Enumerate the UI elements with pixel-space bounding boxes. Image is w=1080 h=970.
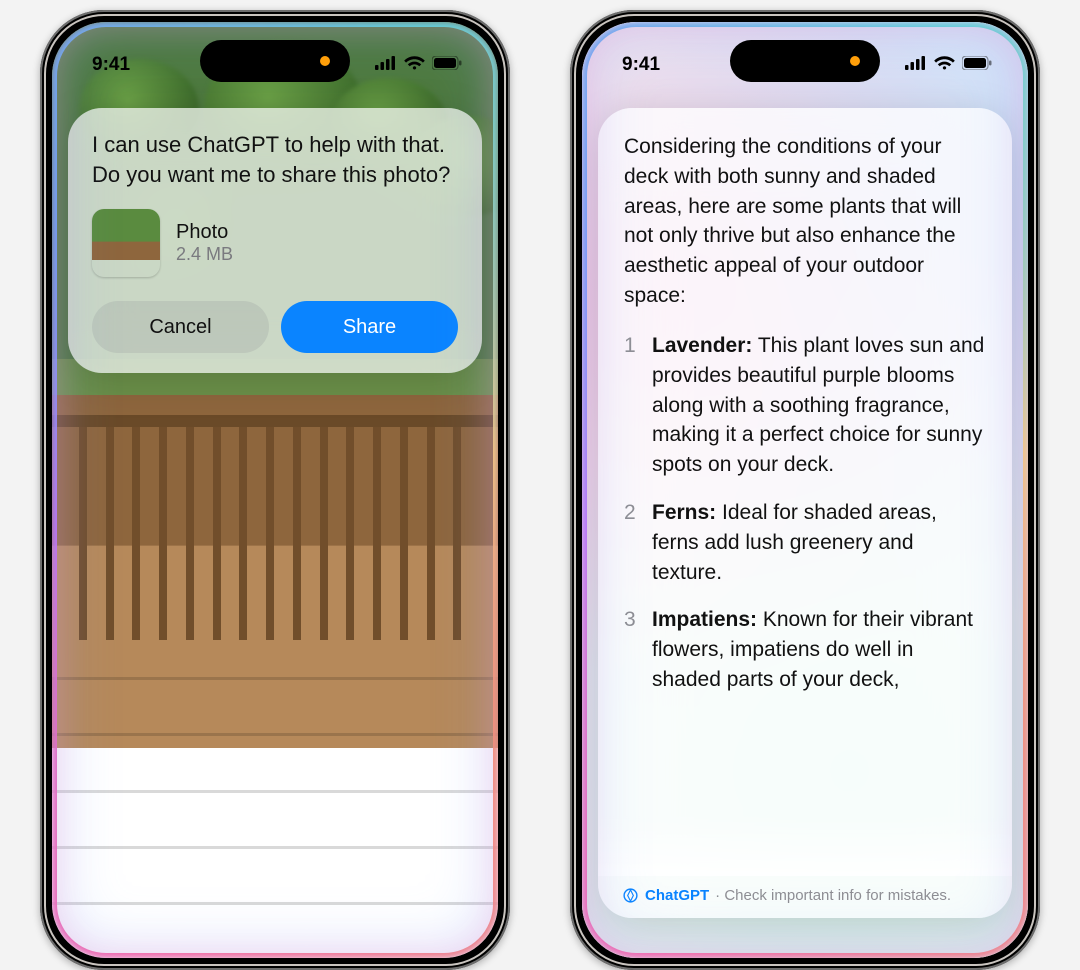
photo-attachment: Photo 2.4 MB — [92, 209, 458, 277]
status-icons — [375, 54, 462, 76]
siri-share-prompt-card: I can use ChatGPT to help with that. Do … — [68, 108, 482, 373]
cancel-button[interactable]: Cancel — [92, 301, 269, 353]
siri-indicator-dot — [850, 56, 860, 66]
cellular-icon — [375, 54, 397, 76]
phone-left: 9:41 I can use ChatGPT to help with that… — [40, 10, 510, 970]
plant-item: 1 Lavender: This plant loves sun and pro… — [624, 331, 986, 480]
response-intro: Considering the conditions of your deck … — [624, 132, 986, 311]
status-time: 9:41 — [92, 54, 130, 76]
plant-item: 2 Ferns: Ideal for shaded areas, ferns a… — [624, 498, 986, 587]
scroll-fade — [598, 816, 1012, 876]
siri-prompt-text: I can use ChatGPT to help with that. Do … — [92, 130, 458, 189]
plant-name: Impatiens: — [652, 608, 757, 631]
list-number: 2 — [624, 498, 640, 587]
attribution-brand: ChatGPT — [645, 887, 709, 904]
status-time: 9:41 — [622, 54, 660, 76]
attachment-title: Photo — [176, 221, 233, 244]
chatgpt-attribution: ChatGPT · Check important info for mista… — [622, 887, 988, 904]
wifi-icon — [934, 54, 955, 76]
plant-name: Lavender: — [652, 334, 752, 357]
plant-item: 3 Impatiens: Known for their vibrant flo… — [624, 605, 986, 694]
status-icons — [905, 54, 992, 76]
attribution-note: · Check important info for mistakes. — [715, 887, 951, 904]
chatgpt-response-card[interactable]: Considering the conditions of your deck … — [598, 108, 1012, 918]
dynamic-island — [730, 40, 880, 82]
battery-icon — [432, 54, 462, 76]
cellular-icon — [905, 54, 927, 76]
dynamic-island — [200, 40, 350, 82]
list-number: 3 — [624, 605, 640, 694]
screen-right: 9:41 Considering the conditions of your … — [582, 22, 1028, 958]
attachment-size: 2.4 MB — [176, 244, 233, 265]
wifi-icon — [404, 54, 425, 76]
photo-thumbnail — [92, 209, 160, 277]
battery-icon — [962, 54, 992, 76]
screen-left: 9:41 I can use ChatGPT to help with that… — [52, 22, 498, 958]
list-number: 1 — [624, 331, 640, 480]
siri-indicator-dot — [320, 56, 330, 66]
share-button[interactable]: Share — [281, 301, 458, 353]
plant-list: 1 Lavender: This plant loves sun and pro… — [624, 331, 986, 695]
plant-name: Ferns: — [652, 501, 716, 524]
chatgpt-logo-icon — [622, 887, 639, 904]
phone-right: 9:41 Considering the conditions of your … — [570, 10, 1040, 970]
